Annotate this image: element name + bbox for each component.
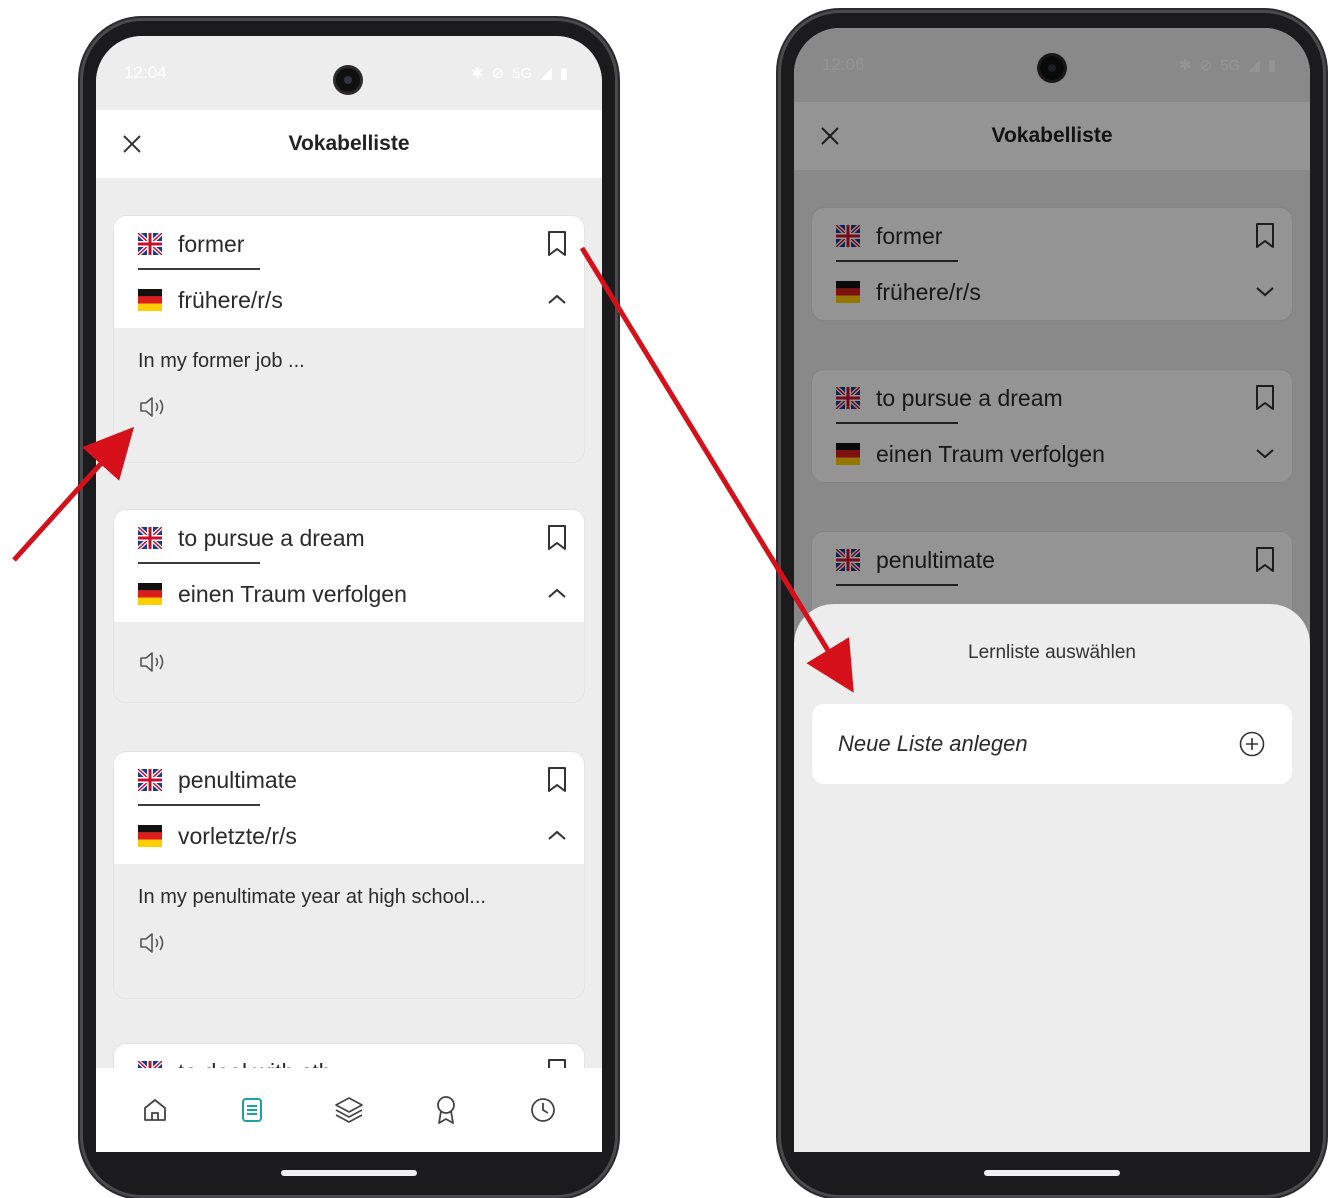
bookmark-icon[interactable] [546,230,568,258]
vocab-card: former frühere/r/s [114,216,584,462]
list-icon [241,1098,262,1122]
vocab-card: penultimate vorletzte/r/s In my penultim… [114,752,584,998]
chevron-up-icon[interactable] [546,586,568,600]
example-sentence: In my penultimate year at high school... [138,886,486,908]
speaker-icon[interactable] [138,931,168,955]
bookmark-icon[interactable] [546,1058,568,1068]
award-icon [437,1096,456,1124]
battery-icon: ▮ [559,65,568,82]
new-list-button[interactable]: Neue Liste anlegen [812,704,1292,784]
german-word: einen Traum verfolgen [178,580,407,607]
page-title: Vokabelliste [288,132,410,155]
word-underline [138,562,260,564]
nav-layers[interactable] [332,1093,366,1127]
clock-icon [531,1098,556,1122]
bottom-navigation [96,1068,602,1152]
left-screen: 12:04 ✱ ⊘ 5G ◢ ▮ Vokabelliste former frü… [96,36,602,1152]
de-flag-icon [138,583,162,605]
word-underline [138,804,260,806]
nav-history[interactable] [526,1093,560,1127]
app-bar: Vokabelliste [96,110,602,178]
example-sentence: In my former job ... [138,350,305,372]
close-icon[interactable] [120,132,144,156]
example-panel: In my penultimate year at high school... [114,864,584,998]
right-phone: 12:06 ✱ ⊘ 5G ◢ ▮ Vokabelliste former frü… [778,10,1326,1198]
bookmark-icon[interactable] [546,524,568,552]
nav-home[interactable] [138,1093,172,1127]
vocab-card: to pursue a dream einen Traum verfolgen [114,510,584,702]
plus-circle-icon [1239,731,1265,757]
layers-icon [335,1097,363,1123]
front-camera [336,68,360,92]
english-word: to deal with sth. [178,1059,338,1069]
mute-icon: ⊘ [491,65,505,82]
sheet-title: Lernliste auswählen [968,642,1136,663]
german-word: vorletzte/r/s [178,822,297,849]
left-phone: 12:04 ✱ ⊘ 5G ◢ ▮ Vokabelliste former frü… [80,18,618,1198]
bookmark-icon[interactable] [546,766,568,794]
nav-achievements[interactable] [429,1093,463,1127]
chevron-up-icon[interactable] [546,292,568,306]
status-time: 12:04 [124,63,167,82]
new-list-label: Neue Liste anlegen [838,731,1028,756]
uk-flag-icon [138,527,162,549]
english-word: former [178,230,245,257]
vocab-list: former frühere/r/s [96,178,602,1068]
example-panel [114,622,584,702]
signal-icon: ◢ [540,65,552,82]
example-panel: In my former job ... [114,328,584,462]
chevron-up-icon[interactable] [546,828,568,842]
speaker-icon[interactable] [138,395,168,419]
right-screen: 12:06 ✱ ⊘ 5G ◢ ▮ Vokabelliste former frü… [794,28,1310,1152]
nav-list[interactable] [235,1093,269,1127]
de-flag-icon [138,289,162,311]
english-word: penultimate [178,766,297,793]
home-indicator[interactable] [984,1170,1120,1176]
home-indicator[interactable] [281,1170,417,1176]
word-underline [138,268,260,270]
uk-flag-icon [138,769,162,791]
de-flag-icon [138,825,162,847]
home-icon [143,1099,166,1121]
german-word: frühere/r/s [178,286,283,313]
vocab-card: to deal with sth. [114,1044,584,1068]
uk-flag-icon [138,1061,162,1068]
english-word: to pursue a dream [178,524,365,551]
network-label: 5G [512,64,533,82]
uk-flag-icon [138,233,162,255]
bluetooth-icon: ✱ [471,65,484,82]
bottom-sheet: Lernliste auswählen Neue Liste anlegen [794,604,1310,1152]
speaker-icon[interactable] [138,650,168,674]
